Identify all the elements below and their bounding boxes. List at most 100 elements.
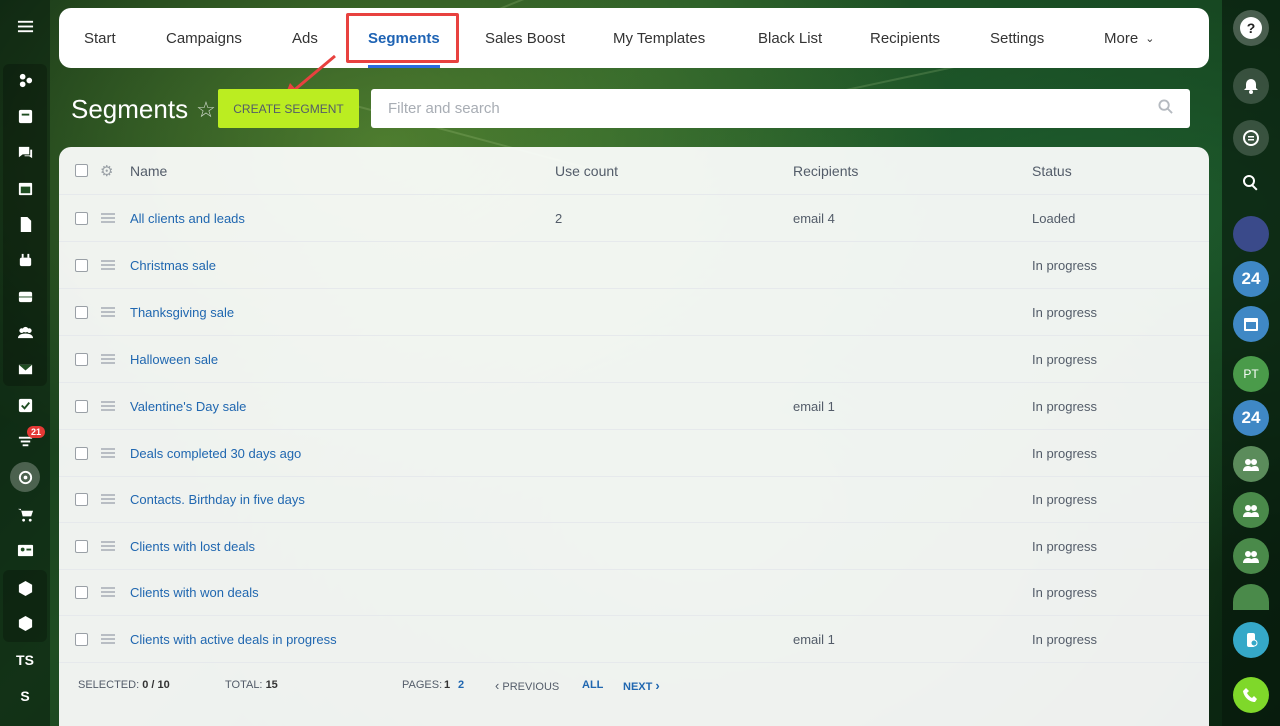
- segment-name-link[interactable]: Contacts. Birthday in five days: [130, 492, 305, 507]
- filter-icon[interactable]: 21: [5, 424, 45, 458]
- drag-handle-icon[interactable]: [101, 446, 115, 460]
- group-chat-icon-4[interactable]: [1233, 584, 1269, 610]
- segment-name-link[interactable]: Halloween sale: [130, 352, 218, 367]
- drag-handle-icon[interactable]: [101, 632, 115, 646]
- search-icon[interactable]: [1233, 165, 1269, 201]
- segment-name-link[interactable]: Deals completed 30 days ago: [130, 446, 301, 461]
- row-checkbox[interactable]: [75, 211, 88, 225]
- help-icon[interactable]: ?: [1233, 10, 1269, 46]
- row-checkbox[interactable]: [75, 492, 88, 506]
- search-icon[interactable]: [1158, 98, 1173, 119]
- tab-my-templates[interactable]: My Templates: [613, 8, 705, 68]
- table-row[interactable]: Valentine's Day sale email 1 In progress: [59, 383, 1209, 430]
- news-icon[interactable]: [5, 99, 45, 133]
- previous-button[interactable]: ‹ PREVIOUS: [495, 678, 559, 693]
- segment-name-link[interactable]: Valentine's Day sale: [130, 399, 246, 414]
- table-row[interactable]: Contacts. Birthday in five days In progr…: [59, 476, 1209, 523]
- box-icon[interactable]: [5, 571, 45, 605]
- tab-segments[interactable]: Segments: [368, 8, 440, 68]
- table-row[interactable]: Clients with lost deals In progress: [59, 523, 1209, 570]
- mail-icon[interactable]: [5, 352, 45, 386]
- drag-handle-icon[interactable]: [101, 492, 115, 506]
- search-input[interactable]: [388, 100, 1158, 117]
- drag-handle-icon[interactable]: [101, 352, 115, 366]
- app-24-icon[interactable]: 24: [1233, 261, 1269, 297]
- chat-icon[interactable]: [5, 135, 45, 169]
- column-use-count[interactable]: Use count: [555, 163, 618, 179]
- column-name[interactable]: Name: [130, 163, 167, 179]
- group-chat-icon-3[interactable]: [1233, 538, 1269, 574]
- row-checkbox[interactable]: [75, 632, 88, 646]
- row-checkbox[interactable]: [75, 399, 88, 413]
- tab-start[interactable]: Start: [84, 8, 116, 68]
- inbox-icon[interactable]: [5, 279, 45, 313]
- table-row[interactable]: Thanksgiving sale In progress: [59, 289, 1209, 336]
- status: In progress: [1032, 398, 1098, 414]
- drag-handle-icon[interactable]: [101, 585, 115, 599]
- drag-handle-icon[interactable]: [101, 305, 115, 319]
- tab-black-list[interactable]: Black List: [758, 8, 822, 68]
- row-checkbox[interactable]: [75, 305, 88, 319]
- marketing-icon[interactable]: [5, 460, 45, 494]
- drag-handle-icon[interactable]: [101, 399, 115, 413]
- page-2-link[interactable]: 2: [458, 679, 464, 691]
- drag-handle-icon[interactable]: [101, 211, 115, 225]
- calendar-app-icon[interactable]: [1233, 306, 1269, 342]
- tab-recipients[interactable]: Recipients: [870, 8, 940, 68]
- table-row[interactable]: Deals completed 30 days ago In progress: [59, 430, 1209, 477]
- sites-icon[interactable]: [5, 63, 45, 97]
- initials-ts[interactable]: TS: [5, 643, 45, 677]
- group-chat-icon-2[interactable]: [1233, 492, 1269, 528]
- box-icon-2[interactable]: [5, 606, 45, 640]
- segment-name-link[interactable]: Clients with active deals in progress: [130, 632, 337, 647]
- chat-search-icon[interactable]: [1233, 120, 1269, 156]
- contacts-icon[interactable]: [5, 315, 45, 349]
- app-24-icon-2[interactable]: 24: [1233, 400, 1269, 436]
- tab-campaigns[interactable]: Campaigns: [166, 8, 242, 68]
- all-link[interactable]: ALL: [582, 679, 603, 691]
- phone-transfer-icon[interactable]: [1233, 622, 1269, 658]
- initials-s[interactable]: S: [5, 679, 45, 713]
- drag-handle-icon[interactable]: [101, 258, 115, 272]
- next-button[interactable]: NEXT ›: [623, 678, 660, 693]
- robot-icon[interactable]: [5, 243, 45, 277]
- table-row[interactable]: Clients with active deals in progress em…: [59, 616, 1209, 663]
- row-checkbox[interactable]: [75, 539, 88, 553]
- tab-sales-boost[interactable]: Sales Boost: [485, 8, 565, 68]
- segment-name-link[interactable]: Clients with lost deals: [130, 539, 255, 554]
- cart-icon[interactable]: [5, 497, 45, 531]
- user-pt-avatar[interactable]: PT: [1233, 356, 1269, 392]
- tasks-icon[interactable]: [5, 388, 45, 422]
- phone-call-icon[interactable]: [1233, 677, 1269, 713]
- menu-icon[interactable]: [5, 9, 45, 43]
- tab-settings[interactable]: Settings: [990, 8, 1044, 68]
- column-status[interactable]: Status: [1032, 163, 1072, 179]
- filter-search-bar[interactable]: [371, 89, 1190, 128]
- row-checkbox[interactable]: [75, 258, 88, 272]
- drag-handle-icon[interactable]: [101, 539, 115, 553]
- column-recipients[interactable]: Recipients: [793, 163, 858, 179]
- row-checkbox[interactable]: [75, 585, 88, 599]
- calendar-icon[interactable]: [5, 171, 45, 205]
- group-chat-icon[interactable]: [1233, 446, 1269, 482]
- segment-name-link[interactable]: Christmas sale: [130, 258, 216, 273]
- star-icon[interactable]: ☆: [196, 97, 216, 123]
- bell-icon[interactable]: [1233, 68, 1269, 104]
- tab-ads[interactable]: Ads: [292, 8, 318, 68]
- tab-more[interactable]: More ⌄: [1104, 8, 1154, 68]
- user-avatar-icon[interactable]: [1233, 216, 1269, 252]
- table-row[interactable]: Christmas sale In progress: [59, 242, 1209, 289]
- segment-name-link[interactable]: Thanksgiving sale: [130, 305, 234, 320]
- table-row[interactable]: Halloween sale In progress: [59, 336, 1209, 383]
- id-card-icon[interactable]: [5, 533, 45, 567]
- table-row[interactable]: Clients with won deals In progress: [59, 569, 1209, 616]
- table-row[interactable]: All clients and leads 2 email 4 Loaded: [59, 195, 1209, 242]
- segment-name-link[interactable]: Clients with won deals: [130, 585, 259, 600]
- create-segment-button[interactable]: CREATE SEGMENT: [218, 89, 359, 128]
- row-checkbox[interactable]: [75, 446, 88, 460]
- select-all-checkbox[interactable]: [75, 164, 88, 177]
- segment-name-link[interactable]: All clients and leads: [130, 211, 245, 226]
- document-icon[interactable]: [5, 207, 45, 241]
- row-checkbox[interactable]: [75, 352, 88, 366]
- gear-icon[interactable]: ⚙: [100, 162, 113, 180]
